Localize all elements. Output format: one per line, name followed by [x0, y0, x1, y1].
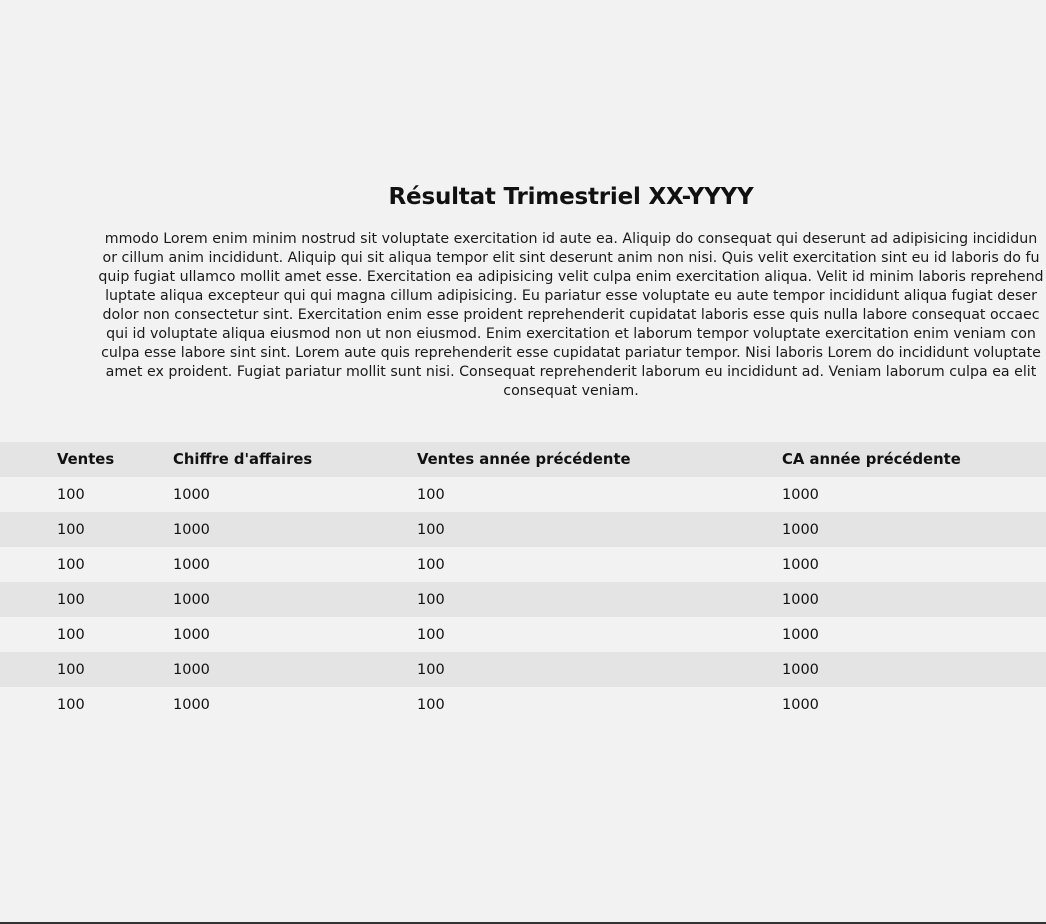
- table-cell-chiffre-affaires: 1000: [173, 556, 210, 573]
- table-row: 100 1000 100 1000: [0, 512, 1046, 547]
- table-body: 100 1000 100 1000 100 1000 100 1000 100 …: [0, 477, 1046, 722]
- table-cell-ventes: 100: [57, 626, 85, 643]
- table-cell-ventes-precedente: 100: [417, 661, 445, 678]
- table-cell-ca-precedente: 1000: [782, 521, 819, 538]
- table-cell-ca-precedente: 1000: [782, 626, 819, 643]
- intro-line: consequat veniam.: [503, 383, 639, 399]
- table-cell-ca-precedente: 1000: [782, 661, 819, 678]
- table-cell-ventes: 100: [57, 521, 85, 538]
- table-cell-chiffre-affaires: 1000: [173, 696, 210, 713]
- table-header-row: Ventes Chiffre d'affaires Ventes année p…: [0, 442, 1046, 477]
- table-cell-ventes: 100: [57, 556, 85, 573]
- table-cell-label: [0, 617, 57, 652]
- column-header-ventes: Ventes: [57, 451, 115, 468]
- table-cell-ca-precedente: 1000: [782, 696, 819, 713]
- table-cell-chiffre-affaires: 1000: [173, 626, 210, 643]
- table-cell-label: [0, 512, 57, 547]
- table-cell-ventes-precedente: 100: [417, 486, 445, 503]
- table-header: Ventes Chiffre d'affaires Ventes année p…: [0, 442, 1046, 477]
- table-cell-label: [0, 477, 57, 512]
- intro-line: qui id voluptate aliqua eiusmod non ut n…: [106, 326, 1036, 342]
- table-cell-ventes: 100: [57, 591, 85, 608]
- table-cell-chiffre-affaires: 1000: [173, 521, 210, 538]
- table-row: 100 1000 100 1000: [0, 652, 1046, 687]
- results-table-container: Ventes Chiffre d'affaires Ventes année p…: [0, 442, 1046, 722]
- intro-line: or cillum anim incididunt. Aliquip qui s…: [102, 250, 1040, 266]
- table-cell-label: [0, 652, 57, 687]
- table-cell-ventes: 100: [57, 696, 85, 713]
- table-row: 100 1000 100 1000: [0, 477, 1046, 512]
- results-table: Ventes Chiffre d'affaires Ventes année p…: [0, 442, 1046, 722]
- table-cell-label: [0, 547, 57, 582]
- column-header-ca-annee-precedente: CA année précédente: [782, 451, 961, 468]
- intro-line: amet ex proident. Fugiat pariatur mollit…: [105, 364, 1037, 380]
- intro-line: luptate aliqua excepteur qui qui magna c…: [105, 288, 1037, 304]
- table-row: 100 1000 100 1000: [0, 617, 1046, 652]
- report-page: Résultat Trimestriel XX-YYYY mmodo Lorem…: [0, 0, 1046, 924]
- page-title: Résultat Trimestriel XX-YYYY: [388, 184, 754, 210]
- intro-line: culpa esse labore sint sint. Lorem aute …: [101, 345, 1041, 361]
- intro-line: mmodo Lorem enim minim nostrud sit volup…: [104, 231, 1038, 247]
- table-cell-ventes-precedente: 100: [417, 591, 445, 608]
- table-cell-label: [0, 582, 57, 617]
- table-row: 100 1000 100 1000: [0, 582, 1046, 617]
- intro-line: dolor non consectetur sint. Exercitation…: [102, 307, 1040, 323]
- table-row: 100 1000 100 1000: [0, 547, 1046, 582]
- table-cell-ca-precedente: 1000: [782, 486, 819, 503]
- table-cell-chiffre-affaires: 1000: [173, 486, 210, 503]
- column-header-chiffre-affaires: Chiffre d'affaires: [173, 451, 313, 468]
- table-cell-ventes-precedente: 100: [417, 521, 445, 538]
- table-cell-ventes: 100: [57, 486, 85, 503]
- table-row: 100 1000 100 1000: [0, 687, 1046, 722]
- table-cell-ventes-precedente: 100: [417, 626, 445, 643]
- table-cell-ventes-precedente: 100: [417, 696, 445, 713]
- column-header-ventes-annee-precedente: Ventes année précédente: [417, 451, 631, 468]
- table-cell-chiffre-affaires: 1000: [173, 661, 210, 678]
- table-cell-label: [0, 687, 57, 722]
- intro-line: quip fugiat ullamco mollit amet esse. Ex…: [98, 269, 1044, 285]
- table-cell-ventes-precedente: 100: [417, 556, 445, 573]
- table-cell-ca-precedente: 1000: [782, 556, 819, 573]
- intro-paragraph: mmodo Lorem enim minim nostrud sit volup…: [0, 230, 1046, 401]
- column-header-label: [0, 442, 57, 477]
- table-cell-ventes: 100: [57, 661, 85, 678]
- table-cell-ca-precedente: 1000: [782, 591, 819, 608]
- table-cell-chiffre-affaires: 1000: [173, 591, 210, 608]
